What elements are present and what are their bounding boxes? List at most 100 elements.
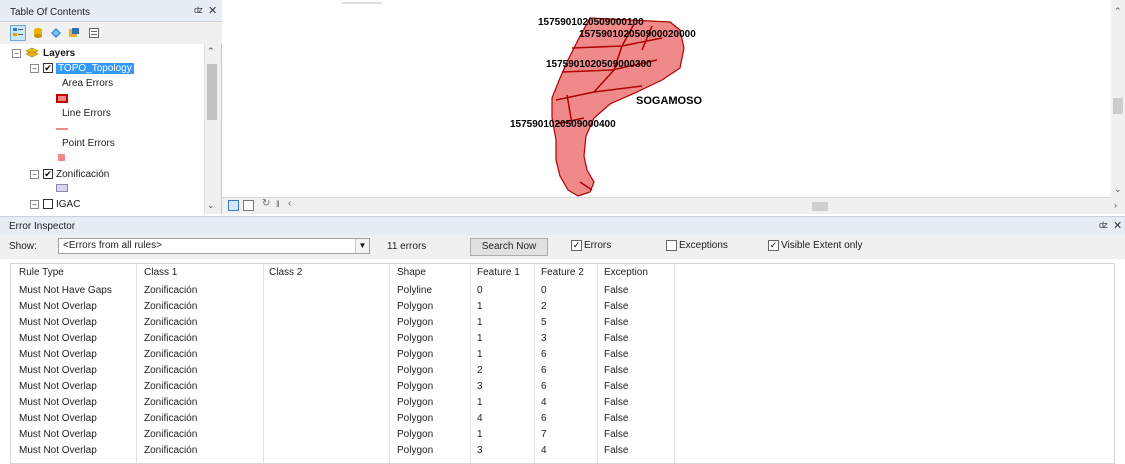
area-errors-label: Area Errors: [62, 78, 114, 89]
map-view[interactable]: 1575901020509000100 15759010205090002000…: [222, 0, 1111, 214]
cell-exception: False: [604, 381, 629, 392]
table-row[interactable]: Must Not Overlap Zonificación Polygon 4 6 Fal…: [11, 411, 1114, 427]
close-icon[interactable]: ✕: [208, 4, 217, 17]
pause-icon[interactable]: ‖: [276, 199, 280, 209]
toc-vertical-scrollbar[interactable]: ⌃ ⌄: [204, 44, 218, 214]
toc-title: Table Of Contents: [10, 7, 91, 18]
list-by-visibility-icon[interactable]: [48, 25, 64, 41]
table-row[interactable]: Must Not Overlap Zonificación Polygon 1 6 Fal…: [11, 347, 1114, 363]
table-row[interactable]: Must Not Overlap Zonificación Polygon 1 4 Fal…: [11, 395, 1114, 411]
layer-visibility-checkbox[interactable]: [43, 199, 53, 209]
layer-visibility-checkbox[interactable]: ✔: [43, 169, 53, 179]
cell-shape: Polyline: [397, 285, 433, 296]
exceptions-checkbox-label: Exceptions: [679, 240, 728, 251]
table-row[interactable]: Must Not Overlap Zonificación Polygon 1 3 Fal…: [11, 331, 1114, 347]
collapse-icon[interactable]: −: [12, 48, 21, 58]
zonificacion-polygon: [551, 17, 685, 197]
cell-class-1: Zonificación: [144, 365, 198, 376]
cell-feature-1: 2: [477, 365, 483, 376]
cell-exception: False: [604, 301, 629, 312]
data-view-icon[interactable]: [228, 200, 239, 211]
cell-rule-type: Must Not Overlap: [19, 333, 97, 344]
scroll-down-icon[interactable]: ⌄: [207, 200, 215, 211]
cell-rule-type: Must Not Overlap: [19, 381, 97, 392]
cell-exception: False: [604, 429, 629, 440]
tree-node-layers[interactable]: − Layers: [12, 46, 75, 60]
column-header-rule-type[interactable]: Rule Type: [19, 267, 64, 278]
scroll-left-icon[interactable]: ‹: [288, 198, 291, 209]
tree-node-igac[interactable]: − IGAC: [30, 197, 80, 211]
checkbox-checked-icon[interactable]: ✓: [768, 240, 779, 251]
line-errors-label: Line Errors: [62, 108, 111, 119]
show-rule-dropdown[interactable]: <Errors from all rules> ▼: [58, 238, 370, 254]
options-icon[interactable]: [86, 25, 102, 41]
scroll-down-icon[interactable]: ⌄: [1114, 184, 1122, 195]
list-by-selection-icon[interactable]: [66, 25, 82, 41]
cell-feature-2: 6: [541, 349, 547, 360]
close-icon[interactable]: ✕: [1113, 219, 1122, 232]
scrollbar-thumb[interactable]: [207, 64, 217, 120]
dropdown-arrow-icon[interactable]: ▼: [355, 239, 369, 253]
checkbox-checked-icon[interactable]: ✓: [571, 240, 582, 251]
column-header-feature-1[interactable]: Feature 1: [477, 267, 520, 278]
cell-shape: Polygon: [397, 333, 434, 344]
table-row[interactable]: Must Not Overlap Zonificación Polygon 3 6 Fal…: [11, 379, 1114, 395]
table-row[interactable]: Must Not Have Gaps Zonificación Polyline 0 0…: [11, 283, 1114, 299]
scroll-up-icon[interactable]: ⌃: [1114, 6, 1122, 17]
collapse-icon[interactable]: −: [30, 63, 39, 73]
cell-shape: Polygon: [397, 445, 434, 456]
table-row[interactable]: Must Not Overlap Zonificación Polygon 2 6 Fal…: [11, 363, 1114, 379]
cell-rule-type: Must Not Have Gaps: [19, 285, 112, 296]
pin-icon[interactable]: ʣ: [1099, 220, 1108, 230]
cell-class-1: Zonificación: [144, 429, 198, 440]
layers-label: Layers: [43, 47, 76, 59]
layout-view-icon[interactable]: [243, 200, 254, 211]
cell-exception: False: [604, 397, 629, 408]
tree-node-zonificacion[interactable]: − ✔ Zonificación: [30, 167, 109, 181]
exceptions-checkbox[interactable]: Exceptions: [666, 240, 728, 251]
checkbox-unchecked-icon[interactable]: [666, 240, 677, 251]
visible-extent-checkbox[interactable]: ✓ Visible Extent only: [768, 240, 863, 251]
map-vertical-scrollbar[interactable]: ⌃ ⌄ ›: [1111, 0, 1125, 214]
list-by-drawing-order-icon[interactable]: [10, 25, 26, 41]
table-row[interactable]: Must Not Overlap Zonificación Polygon 1 2 Fal…: [11, 299, 1114, 315]
errors-checkbox[interactable]: ✓ Errors: [571, 240, 611, 251]
layer-visibility-checkbox[interactable]: ✔: [43, 63, 53, 73]
cell-rule-type: Must Not Overlap: [19, 413, 97, 424]
zonificacion-swatch: [56, 184, 68, 192]
cell-class-1: Zonificación: [144, 381, 198, 392]
search-now-button[interactable]: Search Now: [470, 238, 548, 256]
tree-node-topology[interactable]: − ✔ TOPO_Topology: [30, 61, 134, 75]
topology-layer-label: TOPO_Topology: [56, 62, 134, 74]
table-row[interactable]: Must Not Overlap Zonificación Polygon 1 7 Fal…: [11, 427, 1114, 443]
cell-shape: Polygon: [397, 301, 434, 312]
cell-feature-2: 6: [541, 413, 547, 424]
scroll-up-icon[interactable]: ⌃: [207, 46, 215, 57]
column-header-class-1[interactable]: Class 1: [144, 267, 177, 278]
collapse-icon[interactable]: −: [30, 199, 39, 209]
horizontal-scrollbar-thumb[interactable]: [812, 202, 828, 211]
cell-rule-type: Must Not Overlap: [19, 349, 97, 360]
table-row[interactable]: Must Not Overlap Zonificación Polygon 1 5 Fal…: [11, 315, 1114, 331]
map-label-parcel-1: 1575901020509000100: [538, 17, 644, 28]
scrollbar-thumb[interactable]: [1113, 98, 1123, 114]
table-row[interactable]: Must Not Overlap Zonificación Polygon 3 4 Fal…: [11, 443, 1114, 459]
refresh-icon[interactable]: ↻: [262, 198, 270, 209]
cell-class-1: Zonificación: [144, 445, 198, 456]
column-header-class-2[interactable]: Class 2: [269, 267, 302, 278]
list-by-source-icon[interactable]: [30, 25, 46, 41]
cell-rule-type: Must Not Overlap: [19, 301, 97, 312]
scroll-right-icon[interactable]: ›: [1114, 200, 1117, 210]
column-header-feature-2[interactable]: Feature 2: [541, 267, 584, 278]
cell-feature-1: 1: [477, 333, 483, 344]
error-inspector-title: Error Inspector: [9, 221, 76, 232]
cell-exception: False: [604, 349, 629, 360]
cell-class-1: Zonificación: [144, 333, 198, 344]
cell-exception: False: [604, 413, 629, 424]
cell-feature-1: 3: [477, 445, 483, 456]
column-header-exception[interactable]: Exception: [604, 267, 648, 278]
column-header-shape[interactable]: Shape: [397, 267, 426, 278]
cell-shape: Polygon: [397, 317, 434, 328]
collapse-icon[interactable]: −: [30, 169, 39, 179]
pin-icon[interactable]: ʣ: [194, 5, 203, 15]
